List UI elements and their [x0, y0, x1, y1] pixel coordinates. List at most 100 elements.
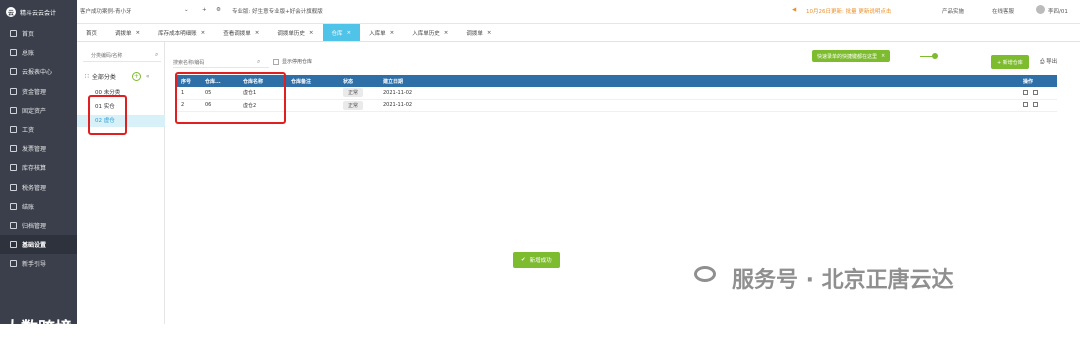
category-all-label: 全部分类 [91, 73, 116, 81]
table-header: 序号 仓库... 仓库名称 仓库备注 状态 建立日期 操作 [177, 75, 1057, 87]
bottom-logo: 大数跨境 [4, 319, 72, 339]
cell-actions [1019, 87, 1057, 100]
sidebar-item-label: 资金管理 [22, 88, 47, 96]
edit-icon[interactable] [1023, 89, 1028, 95]
notice-icon[interactable]: ◀ [792, 7, 796, 13]
sidebar-item-label: 云报表中心 [22, 69, 53, 77]
support-link[interactable]: 在线客服 [992, 7, 1014, 15]
col-header[interactable]: 状态 [339, 75, 379, 87]
check-icon: ✔ [521, 257, 526, 263]
gear-icon[interactable]: ⚙ [216, 7, 221, 13]
report-icon [10, 68, 17, 76]
category-panel: ⌕ ∷ 全部分类 + « 00 未分类 01 实仓 02 虚仓 [77, 42, 165, 324]
close-icon[interactable]: × [347, 30, 352, 36]
tab-label: 首页 [86, 30, 98, 37]
company-selector[interactable]: 客户成功案例-青小牙 [80, 7, 132, 15]
sidebar-item-label: 库存核算 [22, 165, 47, 173]
user-name[interactable]: 李四/01 [1048, 7, 1068, 15]
close-icon[interactable]: × [487, 30, 492, 36]
add-category-icon[interactable]: + [131, 71, 141, 81]
sidebar-item-inventory[interactable]: 库存核算 [0, 158, 77, 177]
sidebar-item-guide[interactable]: 新手引导 [0, 254, 77, 273]
shortcut-tip[interactable]: 快速录单的快捷键都在这里 × [812, 50, 891, 62]
update-notice[interactable]: 10月26日更新: 批量 更新说明点击 [806, 7, 891, 15]
tab-inbound-history[interactable]: 入库单历史 × [403, 24, 457, 41]
cell-date: 2021-11-02 [379, 99, 1019, 112]
sidebar-item-ledger[interactable]: 总账 [0, 43, 77, 62]
search-icon[interactable]: ⌕ [155, 51, 158, 59]
delete-icon[interactable] [1033, 102, 1038, 107]
sidebar-item-close-book[interactable]: 结账 [0, 197, 77, 216]
sidebar-item-money[interactable]: 资金管理 [0, 82, 77, 101]
tab-warehouse[interactable]: 仓库 × [322, 24, 361, 41]
category-all[interactable]: ∷ 全部分类 + « [85, 70, 163, 82]
sidebar-item-salary[interactable]: 工资 [0, 120, 77, 139]
highlight-box-table [175, 72, 286, 124]
cell-remark [287, 87, 339, 100]
sidebar-item-asset[interactable]: 固定资产 [0, 101, 77, 120]
app-logo[interactable]: 云 精斗云云会计 [0, 0, 77, 24]
tab-label: 仓库 [331, 30, 343, 37]
tab-inbound[interactable]: 入库单 × [360, 24, 403, 41]
close-book-icon [10, 202, 17, 210]
show-disabled-toggle[interactable]: 显示停用仓库 [273, 58, 312, 65]
ledger-icon [10, 49, 17, 57]
table-row[interactable]: 1 05 虚仓1 正常 2021-11-02 [177, 87, 1057, 100]
add-warehouse-button[interactable]: + 新增仓库 [991, 55, 1029, 69]
home-icon [10, 30, 17, 38]
close-icon[interactable]: × [881, 53, 885, 59]
money-icon [10, 87, 17, 95]
close-icon[interactable]: × [201, 30, 206, 36]
tab-cost-detail[interactable]: 库存成本明细账 × [149, 24, 214, 41]
grid-icon: ∷ [85, 72, 89, 80]
tax-icon [10, 183, 17, 191]
close-icon[interactable]: × [444, 30, 449, 36]
category-search-input[interactable] [83, 50, 161, 62]
sidebar-item-archive[interactable]: 归档管理 [0, 216, 77, 235]
delete-icon[interactable] [1033, 89, 1038, 95]
col-header[interactable]: 仓库备注 [287, 75, 339, 87]
toast-text: 新增成功 [529, 258, 552, 264]
sidebar-item-invoice[interactable]: 发票管理 [0, 139, 77, 158]
export-button[interactable]: ⎙ 导出 [1040, 57, 1057, 66]
status-badge: 正常 [343, 88, 364, 98]
warehouse-search-input[interactable] [173, 58, 269, 68]
cell-actions [1019, 99, 1057, 112]
search-icon[interactable]: ⌕ [257, 58, 260, 66]
show-disabled-label: 显示停用仓库 [282, 59, 313, 65]
collapse-icon[interactable]: « [146, 73, 150, 80]
invoice-icon [10, 145, 17, 153]
tab-transfer-2[interactable]: 调拨单 × [457, 24, 500, 41]
close-icon[interactable]: × [390, 30, 395, 36]
sidebar-item-home[interactable]: 首页 [0, 24, 77, 43]
close-icon[interactable]: × [136, 30, 141, 36]
tab-label: 调拨单 [115, 30, 132, 37]
tip-text: 快速录单的快捷键都在这里 [817, 53, 878, 60]
export-label: 导出 [1046, 59, 1058, 65]
sidebar-item-settings[interactable]: 基础设置 [0, 235, 77, 255]
asset-icon [10, 106, 17, 114]
checkbox[interactable] [273, 58, 279, 65]
sidebar-item-tax[interactable]: 税务管理 [0, 178, 77, 197]
close-icon[interactable]: × [255, 30, 260, 36]
col-header[interactable]: 建立日期 [379, 75, 1019, 87]
chevron-down-icon[interactable]: ⌄ [184, 7, 189, 13]
close-icon[interactable]: × [309, 30, 314, 36]
sidebar-item-label: 总账 [22, 50, 35, 58]
status-badge: 正常 [343, 100, 364, 110]
tab-transfer-history[interactable]: 调拨单历史 × [268, 24, 322, 41]
table-row[interactable]: 2 06 虚仓2 正常 2021-11-02 [177, 99, 1057, 112]
sidebar-item-report[interactable]: 云报表中心 [0, 62, 77, 81]
product-link[interactable]: 产品实施 [942, 7, 964, 15]
avatar[interactable] [1036, 5, 1045, 14]
tab-label: 库存成本明细账 [158, 30, 197, 37]
tab-view-transfer[interactable]: 查看调拨单 × [214, 24, 268, 41]
cell-date: 2021-11-02 [379, 87, 1019, 100]
tab-transfer[interactable]: 调拨单 × [106, 24, 149, 41]
edit-icon[interactable] [1023, 102, 1028, 107]
logo-text: 精斗云云会计 [20, 9, 57, 17]
salary-icon [10, 126, 17, 134]
tab-home[interactable]: 首页 [77, 24, 106, 41]
sidebar-item-label: 工资 [22, 127, 35, 135]
add-icon[interactable]: + [202, 7, 207, 13]
